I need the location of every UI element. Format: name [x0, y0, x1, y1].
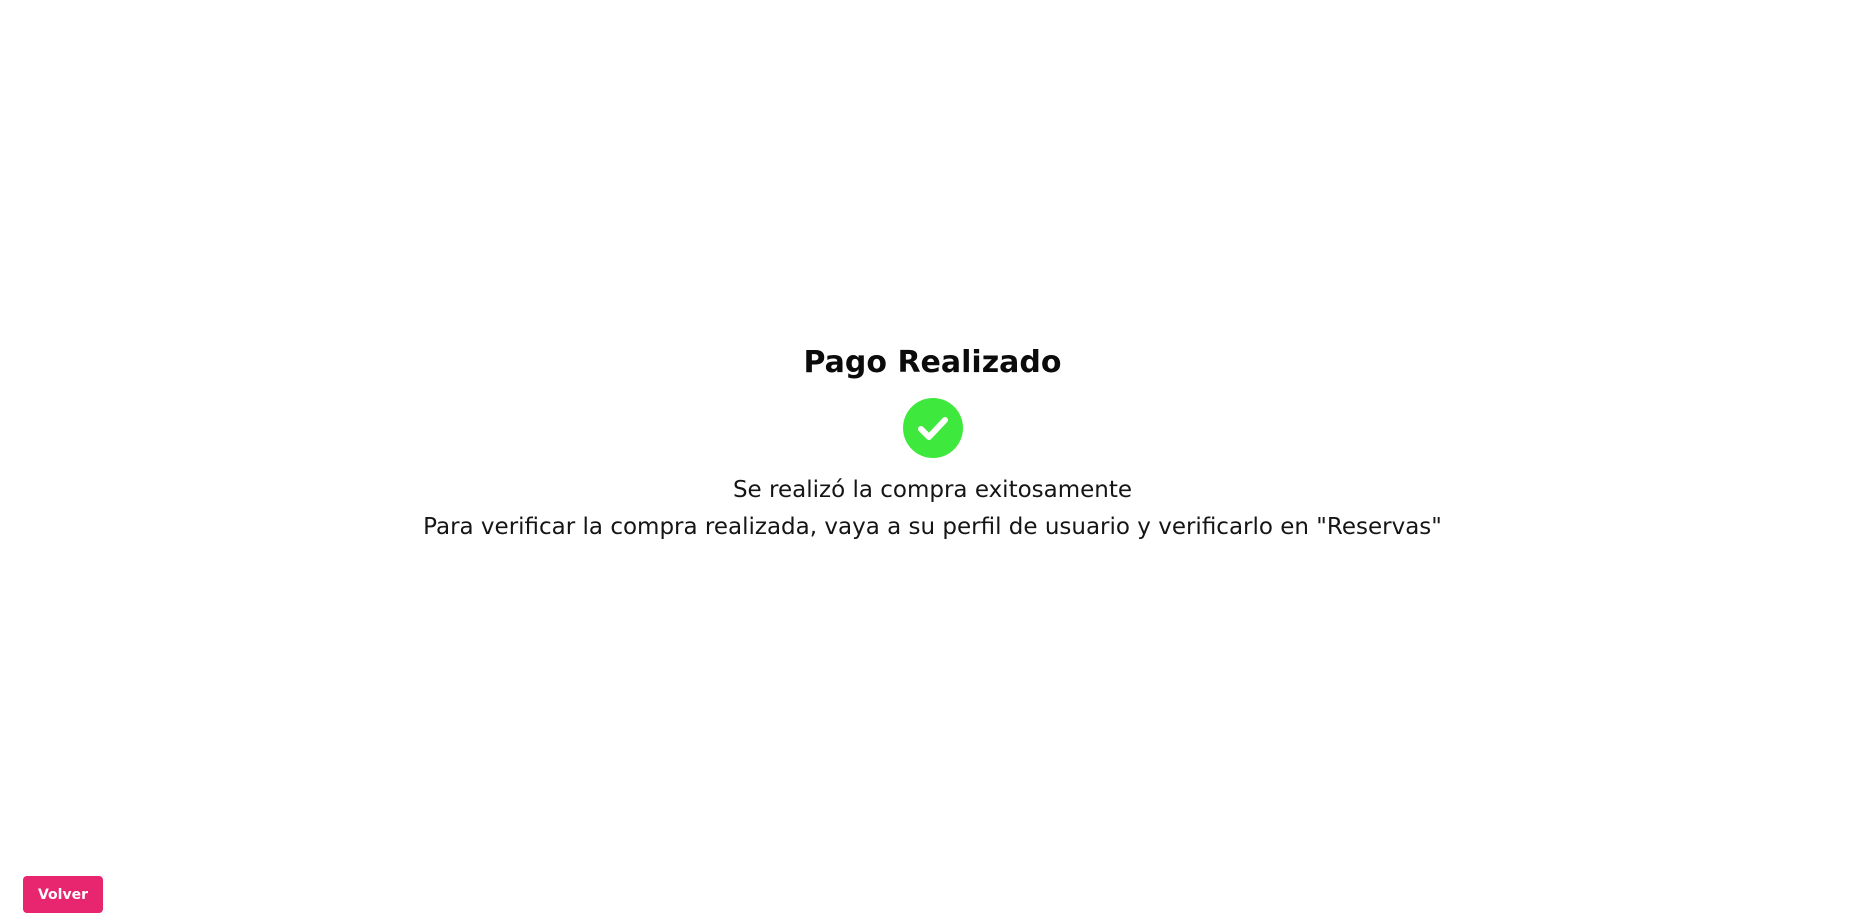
checkmark-glyph — [917, 417, 948, 440]
page-title: Pago Realizado — [803, 345, 1062, 380]
check-circle-icon — [902, 398, 963, 458]
success-message: Se realizó la compra exitosamente — [732, 477, 1133, 503]
confirmation-panel: Pago Realizado Se realizó la compra exit… — [0, 340, 1865, 546]
payment-success-page: Pago Realizado Se realizó la compra exit… — [0, 0, 1865, 924]
back-button[interactable]: Volver — [23, 876, 103, 913]
verification-instructions: Para verificar la compra realizada, vaya… — [423, 514, 1442, 540]
